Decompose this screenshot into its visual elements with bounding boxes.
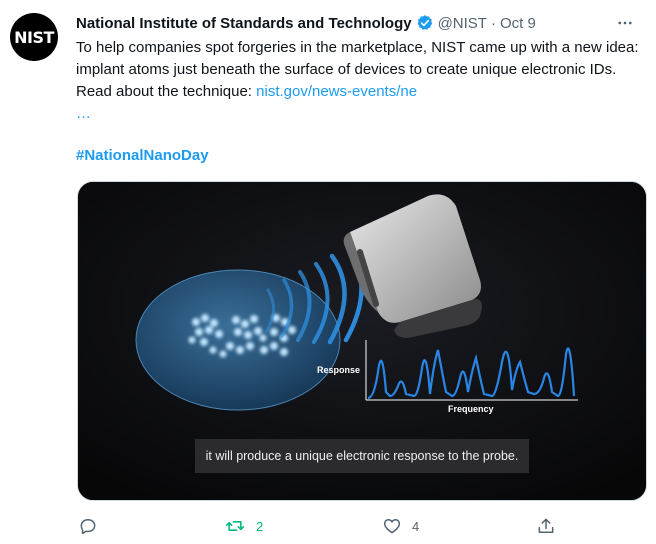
like-count: 4 (412, 518, 420, 534)
video-player[interactable]: Response Frequency it will produce a uni… (77, 181, 647, 501)
more-options-icon[interactable] (614, 12, 636, 34)
share-button[interactable] (536, 513, 556, 539)
retweet-icon (225, 521, 245, 531)
tweet-actions: 2 4 (76, 513, 636, 539)
heart-icon (383, 519, 401, 534)
verified-badge-icon (416, 14, 434, 32)
retweet-count: 2 (256, 518, 264, 534)
retweet-button[interactable]: 2 (224, 513, 263, 539)
author-name[interactable]: National Institute of Standards and Tech… (76, 15, 412, 32)
author-handle[interactable]: @NIST (438, 15, 487, 32)
response-axis-label: Response (317, 365, 361, 375)
avatar[interactable]: NIST (10, 13, 58, 61)
video-caption: it will produce a unique electronic resp… (195, 439, 529, 473)
tweet-date[interactable]: Oct 9 (500, 15, 536, 32)
reply-icon (80, 519, 96, 535)
tweet-text: To help companies spot forgeries in the … (76, 37, 644, 125)
link-ellipsis[interactable]: … (76, 105, 91, 122)
reply-button[interactable] (78, 513, 108, 539)
article-link[interactable]: nist.gov/news-events/ne (256, 83, 417, 100)
share-icon (538, 518, 554, 533)
separator-dot: · (490, 14, 496, 32)
like-button[interactable]: 4 (382, 513, 419, 539)
tweet-header: National Institute of Standards and Tech… (76, 12, 640, 34)
frequency-axis-label: Frequency (448, 404, 494, 414)
hashtag-link[interactable]: #NationalNanoDay (76, 147, 209, 164)
